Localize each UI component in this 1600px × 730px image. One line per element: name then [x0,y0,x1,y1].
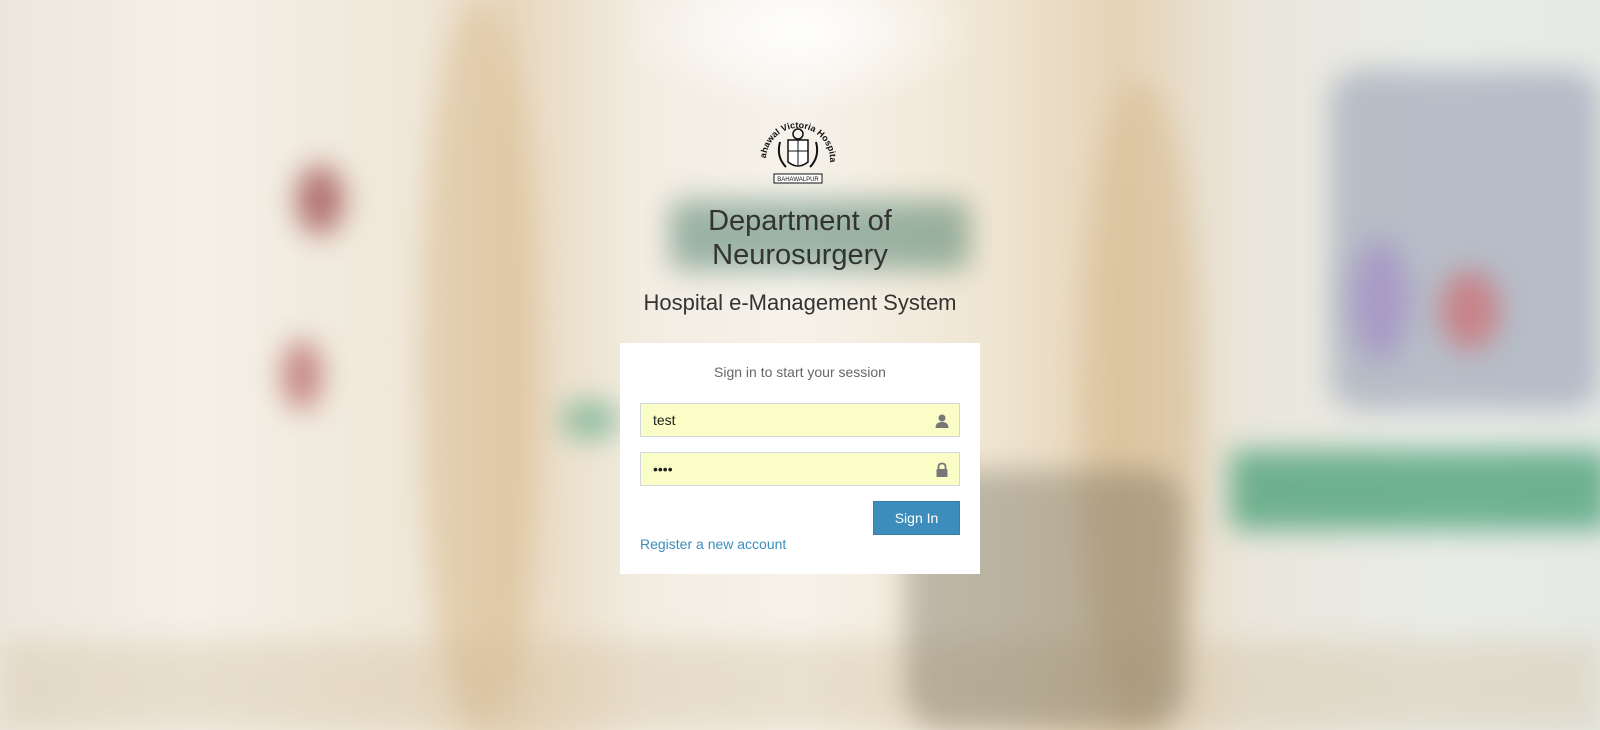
login-box-message: Sign in to start your session [714,364,886,380]
department-title-line1: Department of [708,205,892,237]
hospital-logo: Bahawal Victoria Hospital BAHAWALPUR [758,112,838,184]
username-field[interactable] [640,403,960,437]
sign-in-button[interactable]: Sign In [873,501,960,535]
department-title-line2: Neurosurgery [712,239,888,271]
lock-icon [936,462,948,477]
logo-banner-text: BAHAWALPUR [777,177,819,183]
password-field[interactable] [640,452,960,486]
login-box: Sign in to start your session Sign In Re… [620,343,980,574]
department-title: Department of Neurosurgery [600,204,1000,272]
user-icon [935,414,949,428]
system-name: Hospital e-Management System [643,290,957,315]
username-input[interactable] [641,404,935,436]
register-link[interactable]: Register a new account [640,536,786,552]
password-input[interactable] [641,453,935,485]
